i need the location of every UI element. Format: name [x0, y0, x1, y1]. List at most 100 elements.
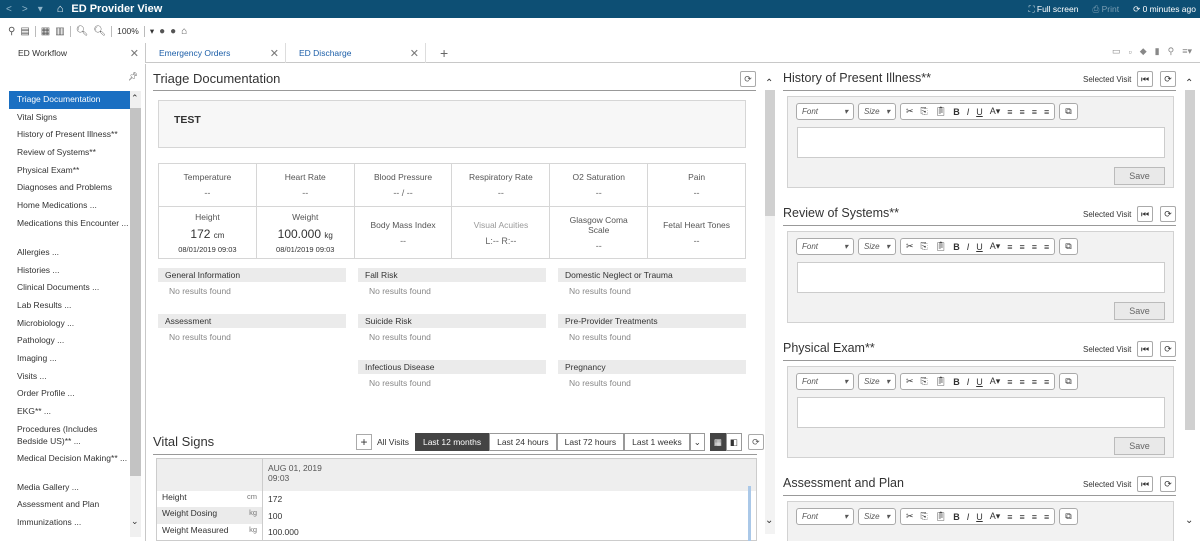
- sidebar-item-physical-exam[interactable]: Physical Exam**: [9, 162, 130, 180]
- align-left-icon[interactable]: ≡: [1007, 512, 1012, 522]
- chevron-down-icon[interactable]: ⌄: [1185, 515, 1193, 526]
- folder-icon[interactable]: ▭: [1112, 46, 1121, 57]
- align-left-icon[interactable]: ≡: [1007, 377, 1012, 387]
- pin-icon[interactable]: 📌︎: [128, 72, 138, 81]
- font-color-icon[interactable]: A▾: [990, 376, 1001, 387]
- range-24-hours-button[interactable]: Last 24 hours: [489, 433, 557, 451]
- align-center-icon[interactable]: ≡: [1020, 377, 1025, 387]
- chevron-up-icon[interactable]: ⌃: [765, 78, 773, 89]
- bold-icon[interactable]: B: [953, 107, 960, 117]
- sidebar-scroll-thumb[interactable]: [130, 108, 141, 476]
- all-visits-label[interactable]: All Visits: [377, 437, 409, 447]
- right-panel-scrollbar[interactable]: ⌃ ⌄: [1183, 70, 1197, 541]
- paste-icon[interactable]: 📋︎: [935, 511, 946, 522]
- scroll-thumb[interactable]: [765, 90, 775, 216]
- sidebar-item-diagnoses[interactable]: Diagnoses and Problems: [9, 179, 130, 197]
- justify-icon[interactable]: ≡: [1044, 377, 1049, 387]
- save-button[interactable]: Save: [1114, 437, 1165, 455]
- range-dropdown-icon[interactable]: ⌄: [689, 433, 705, 451]
- panel-view-icon[interactable]: ◧: [725, 433, 742, 451]
- cut-icon[interactable]: ✂: [906, 376, 914, 387]
- grid-view-icon[interactable]: ▦: [709, 433, 726, 451]
- range-1-weeks-button[interactable]: Last 1 weeks: [624, 433, 690, 451]
- first-page-icon[interactable]: ⏮: [1137, 476, 1153, 492]
- insert-icon[interactable]: ⧉: [1059, 508, 1078, 525]
- document-icon[interactable]: ▤: [20, 26, 29, 37]
- close-icon[interactable]: ✕: [130, 47, 139, 60]
- align-right-icon[interactable]: ≡: [1032, 107, 1037, 117]
- tab-ed-workflow[interactable]: ED Workflow ✕: [0, 43, 146, 63]
- sidebar-item-ros[interactable]: Review of Systems**: [9, 144, 130, 162]
- back-icon[interactable]: <: [6, 4, 12, 15]
- add-vital-button[interactable]: +: [356, 434, 372, 450]
- print-button[interactable]: ⎙ Print: [1092, 4, 1119, 15]
- align-left-icon[interactable]: ≡: [1007, 107, 1012, 117]
- bold-icon[interactable]: B: [953, 512, 960, 522]
- chevron-up-icon[interactable]: ⌃: [1185, 78, 1193, 89]
- add-tab-button[interactable]: +: [440, 43, 456, 63]
- size-select[interactable]: Size ▾: [858, 373, 896, 390]
- physical-exam-text-area[interactable]: [797, 397, 1165, 428]
- first-page-icon[interactable]: ⏮: [1137, 341, 1153, 357]
- italic-icon[interactable]: I: [967, 512, 970, 522]
- paste-icon[interactable]: 📋︎: [935, 241, 946, 252]
- paste-icon[interactable]: 📋︎: [935, 106, 946, 117]
- book-icon[interactable]: ▮: [1155, 46, 1160, 57]
- save-button[interactable]: Save: [1114, 302, 1165, 320]
- save-button[interactable]: Save: [1114, 167, 1165, 185]
- zoom-in-icon[interactable]: 🔍︎: [76, 26, 89, 37]
- size-select[interactable]: Size ▾: [858, 238, 896, 255]
- align-right-icon[interactable]: ≡: [1032, 242, 1037, 252]
- italic-icon[interactable]: I: [967, 377, 970, 387]
- paste-icon[interactable]: 📋︎: [935, 376, 946, 387]
- circle-icon[interactable]: ●: [159, 26, 165, 37]
- sidebar-item-imaging[interactable]: Imaging ...: [9, 350, 130, 368]
- copy-icon[interactable]: ⎘: [921, 376, 928, 387]
- refresh-icon[interactable]: ⟳: [1160, 341, 1176, 357]
- sidebar-item-media-gallery[interactable]: Media Gallery ...: [9, 479, 130, 497]
- font-select[interactable]: Font ▾: [796, 373, 854, 390]
- font-select[interactable]: Font ▾: [796, 103, 854, 120]
- refresh-icon[interactable]: ⟳: [740, 71, 756, 87]
- underline-icon[interactable]: U: [976, 377, 983, 387]
- print-icon[interactable]: ▦: [41, 26, 50, 37]
- copy-icon[interactable]: ⎘: [921, 241, 928, 252]
- size-select[interactable]: Size ▾: [858, 103, 896, 120]
- chevron-down-icon[interactable]: ⌄: [131, 516, 139, 527]
- sidebar-item-procedures[interactable]: Procedures (Includes Bedside US)** ...: [9, 421, 130, 450]
- cut-icon[interactable]: ✂: [906, 106, 914, 117]
- refresh-icon[interactable]: ⟳: [1160, 206, 1176, 222]
- first-page-icon[interactable]: ⏮: [1137, 71, 1153, 87]
- align-left-icon[interactable]: ≡: [1007, 242, 1012, 252]
- sidebar-item-hpi[interactable]: History of Present Illness**: [9, 126, 130, 144]
- sidebar-item-allergies[interactable]: Allergies ...: [9, 244, 130, 262]
- font-color-icon[interactable]: A▾: [990, 106, 1001, 117]
- sidebar-item-order-profile[interactable]: Order Profile ...: [9, 385, 130, 403]
- insert-icon[interactable]: ⧉: [1059, 373, 1078, 390]
- align-center-icon[interactable]: ≡: [1020, 512, 1025, 522]
- sidebar-item-visits[interactable]: Visits ...: [9, 368, 130, 386]
- first-page-icon[interactable]: ⏮: [1137, 206, 1153, 222]
- bold-icon[interactable]: B: [953, 377, 960, 387]
- italic-icon[interactable]: I: [967, 107, 970, 117]
- align-center-icon[interactable]: ≡: [1020, 107, 1025, 117]
- sidebar-item-clinical-documents[interactable]: Clinical Documents ...: [9, 279, 130, 297]
- font-select[interactable]: Font ▾: [796, 238, 854, 255]
- tag-icon[interactable]: ◆: [1140, 46, 1147, 57]
- copy-icon[interactable]: ⎘: [921, 106, 928, 117]
- range-12-months-button[interactable]: Last 12 months: [414, 433, 490, 451]
- font-select[interactable]: Font ▾: [796, 508, 854, 525]
- justify-icon[interactable]: ≡: [1044, 242, 1049, 252]
- zoom-dropdown[interactable]: ▾: [150, 26, 154, 37]
- tab-emergency-orders[interactable]: Emergency Orders ✕: [150, 43, 286, 63]
- close-icon[interactable]: ✕: [270, 47, 279, 60]
- sidebar-item-lab-results[interactable]: Lab Results ...: [9, 297, 130, 315]
- home-icon[interactable]: ⌂: [57, 3, 64, 15]
- justify-icon[interactable]: ≡: [1044, 512, 1049, 522]
- insert-icon[interactable]: ⧉: [1059, 238, 1078, 255]
- refresh-icon[interactable]: ⟳: [1160, 476, 1176, 492]
- circle-icon-2[interactable]: ●: [170, 26, 176, 37]
- align-right-icon[interactable]: ≡: [1032, 377, 1037, 387]
- tab-ed-discharge[interactable]: ED Discharge ✕: [290, 43, 426, 63]
- menu-icon[interactable]: ≡▾: [1182, 46, 1192, 57]
